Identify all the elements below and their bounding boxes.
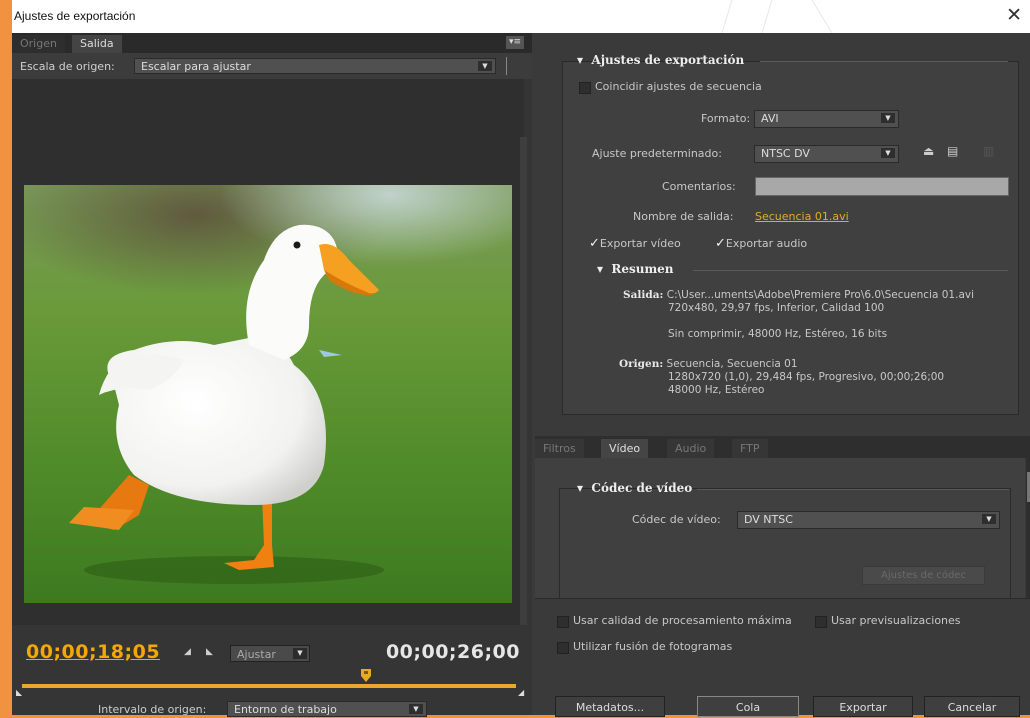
- range-label: Intervalo de origen:: [98, 703, 207, 716]
- export-section-label: Ajustes de exportación: [591, 53, 745, 67]
- scale-value: Escalar para ajustar: [141, 60, 251, 73]
- summary-section-title[interactable]: ▾ Resumen: [597, 262, 674, 276]
- frame-blending-label: Utilizar fusión de fotogramas: [573, 640, 733, 653]
- end-timecode: 00;00;26;00: [385, 641, 520, 663]
- comments-label: Comentarios:: [662, 180, 736, 193]
- match-sequence-label: Coincidir ajustes de secuencia: [595, 80, 762, 93]
- export-button[interactable]: Exportar: [813, 696, 913, 717]
- summary-output-line: C:\User...uments\Adobe\Premiere Pro\6.0\…: [666, 289, 975, 301]
- frame-blending-checkbox[interactable]: [557, 642, 569, 654]
- codec-settings-button[interactable]: Ajustes de códec: [862, 566, 985, 585]
- video-preview-area: [12, 79, 527, 667]
- chevron-down-icon: ▼: [881, 113, 895, 123]
- max-quality-checkbox[interactable]: [557, 616, 569, 628]
- export-video-checkbox[interactable]: ✓Exportar vídeo: [589, 236, 681, 251]
- scale-dropdown[interactable]: Escalar para ajustar ▼: [134, 58, 496, 74]
- export-audio-checkbox[interactable]: ✓Exportar audio: [715, 236, 807, 251]
- chevron-down-icon: ▼: [478, 61, 492, 71]
- summary-source-line: 1280x720 (1,0), 29,484 fps, Progresivo, …: [668, 371, 945, 383]
- codec-scrollbar[interactable]: [1026, 458, 1030, 598]
- summary-output-line: Sin comprimir, 48000 Hz, Estéreo, 16 bit…: [668, 328, 888, 340]
- tab-audio[interactable]: Audio: [667, 439, 715, 458]
- format-dropdown[interactable]: AVI ▼: [754, 110, 899, 128]
- divider: [697, 489, 1009, 490]
- codec-value: DV NTSC: [744, 513, 793, 526]
- summary-output-line: 720x480, 29,97 fps, Inferior, Calidad 10…: [668, 302, 885, 314]
- divider: [760, 61, 1008, 62]
- preview-image: [24, 185, 512, 603]
- summary-source-line: 48000 Hz, Estéreo: [668, 384, 765, 396]
- preset-label: Ajuste predeterminado:: [592, 147, 722, 160]
- playhead-icon[interactable]: [361, 669, 371, 683]
- range-value: Entorno de trabajo: [234, 703, 337, 716]
- divider: [693, 270, 1008, 271]
- tab-origen[interactable]: Origen: [12, 35, 65, 53]
- preview-vertical-scrollbar[interactable]: [520, 137, 527, 651]
- summary-output-label: Salida:: [623, 289, 664, 301]
- work-area-end-handle[interactable]: ◢: [518, 688, 524, 697]
- summary-output: Salida: C:\User...uments\Adobe\Premiere …: [623, 289, 1023, 341]
- export-settings-window: Ajustes de exportación ✕ Origen Salida ▾…: [12, 0, 1030, 717]
- use-previews-checkbox[interactable]: [815, 616, 827, 628]
- export-video-label: Exportar vídeo: [599, 237, 681, 250]
- tab-salida[interactable]: Salida: [72, 35, 122, 53]
- codec-label: Códec de vídeo:: [632, 513, 721, 526]
- queue-button[interactable]: Cola: [697, 696, 799, 717]
- preset-value: NTSC DV: [761, 147, 810, 160]
- mark-out-icon[interactable]: ◣: [206, 647, 213, 657]
- fit-value: Ajustar: [237, 648, 276, 661]
- panel-menu-icon[interactable]: ▾≡: [506, 36, 524, 49]
- tab-filtros[interactable]: Filtros: [535, 439, 584, 458]
- codec-section-label: Códec de vídeo: [591, 481, 693, 495]
- summary-label: Resumen: [611, 262, 674, 276]
- source-output-panel: Origen Salida ▾≡ Escala de origen: Escal…: [12, 33, 532, 717]
- chevron-down-icon: ▼: [881, 148, 895, 158]
- export-audio-label: Exportar audio: [725, 237, 808, 250]
- title-bar: Ajustes de exportación ✕: [12, 0, 1030, 33]
- render-options: Usar calidad de procesamiento máxima Usa…: [535, 598, 1030, 669]
- summary-source-label: Origen:: [619, 358, 664, 370]
- titlebar-decoration: [721, 0, 833, 33]
- zoom-fit-dropdown[interactable]: Ajustar ▼: [230, 645, 310, 662]
- max-quality-label: Usar calidad de procesamiento máxima: [573, 614, 792, 627]
- timeline-bar[interactable]: [22, 684, 516, 688]
- codec-section-title[interactable]: ▾ Códec de vídeo: [577, 481, 692, 495]
- check-icon: ✓: [715, 236, 726, 251]
- summary-source-line: Secuencia, Secuencia 01: [666, 358, 798, 370]
- delete-preset-icon[interactable]: ▥: [983, 144, 994, 158]
- chevron-down-icon: ▼: [982, 514, 996, 524]
- import-preset-icon[interactable]: ▤: [947, 144, 958, 158]
- check-icon: ✓: [589, 236, 600, 251]
- left-tab-bar: Origen Salida ▾≡: [12, 33, 532, 53]
- timeline-controls: 00;00;18;05 ◢ ◣ Ajustar ▼ 00;00;26;00 ◣ …: [12, 625, 532, 717]
- format-label: Formato:: [701, 112, 751, 125]
- tab-video[interactable]: Vídeo: [601, 439, 649, 458]
- metadata-button[interactable]: Metadatos...: [555, 696, 665, 717]
- chevron-down-icon: ▼: [409, 704, 423, 714]
- save-preset-icon[interactable]: ⏏: [923, 144, 934, 158]
- work-area-start-handle[interactable]: ◣: [16, 688, 22, 697]
- export-section-title[interactable]: ▾ Ajustes de exportación: [577, 53, 744, 67]
- codec-dropdown[interactable]: DV NTSC ▼: [737, 511, 1000, 529]
- mark-in-icon[interactable]: ◢: [184, 647, 191, 657]
- divider: [506, 57, 507, 75]
- settings-tab-bar: Filtros Vídeo Audio FTP: [535, 436, 1030, 458]
- cancel-button[interactable]: Cancelar: [924, 696, 1020, 717]
- match-sequence-checkbox[interactable]: [579, 82, 591, 94]
- format-value: AVI: [761, 112, 779, 125]
- output-name-link[interactable]: Secuencia 01.avi: [755, 210, 849, 223]
- scale-label: Escala de origen:: [20, 60, 115, 73]
- use-previews-label: Usar previsualizaciones: [831, 614, 961, 627]
- output-name-label: Nombre de salida:: [633, 210, 734, 223]
- scale-row: Escala de origen: Escalar para ajustar ▼: [12, 53, 532, 79]
- tab-ftp[interactable]: FTP: [732, 439, 768, 458]
- current-timecode[interactable]: 00;00;18;05: [26, 641, 160, 663]
- preset-dropdown[interactable]: NTSC DV ▼: [754, 145, 899, 163]
- export-settings-panel: ▾ Ajustes de exportación Coincidir ajust…: [535, 33, 1030, 717]
- summary-source: Origen: Secuencia, Secuencia 01 1280x720…: [619, 358, 1019, 397]
- chevron-down-icon: ▼: [293, 648, 307, 659]
- close-icon[interactable]: ✕: [1006, 4, 1022, 27]
- comments-field[interactable]: [755, 177, 1009, 196]
- window-title: Ajustes de exportación: [14, 9, 136, 23]
